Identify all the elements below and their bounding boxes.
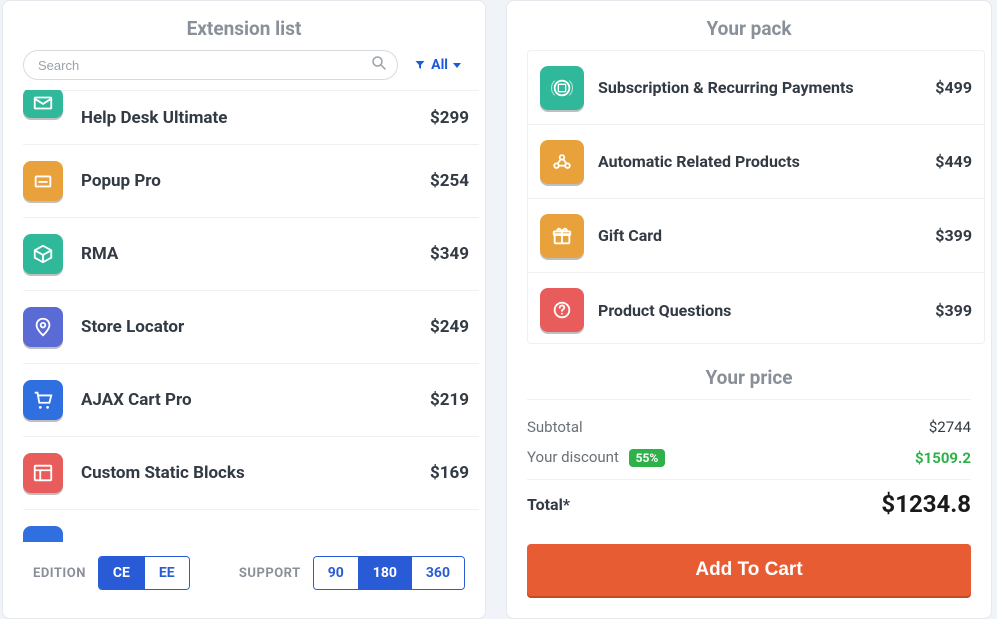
search-input[interactable] bbox=[23, 50, 398, 80]
support-label: SUPPORT bbox=[239, 566, 301, 581]
extension-item[interactable]: Popup Pro$254 bbox=[23, 145, 479, 218]
extension-price: $249 bbox=[430, 317, 469, 337]
pack-item-price: $449 bbox=[935, 152, 972, 171]
extension-price: $254 bbox=[430, 171, 469, 191]
pack-list-scroll[interactable]: Subscription & Recurring Payments$499Aut… bbox=[527, 50, 985, 344]
pack-item-price: $399 bbox=[935, 226, 972, 245]
cart-icon bbox=[23, 380, 63, 420]
extension-price: $299 bbox=[430, 108, 469, 128]
subtotal-value: $2744 bbox=[929, 418, 971, 436]
pack-item[interactable]: Automatic Related Products$449 bbox=[528, 125, 984, 199]
extension-price: $219 bbox=[430, 390, 469, 410]
funnel-icon bbox=[414, 59, 426, 71]
support-toggle: 90180360 bbox=[313, 556, 465, 590]
extension-list-scroll[interactable]: Help Desk Ultimate$299Popup Pro$254RMA$3… bbox=[23, 90, 479, 542]
blocks-icon bbox=[23, 453, 63, 493]
chevron-down-icon bbox=[453, 63, 461, 68]
pack-item[interactable]: Gift Card$399 bbox=[528, 199, 984, 273]
extension-item[interactable]: Custom Static Blocks$169 bbox=[23, 437, 479, 510]
discount-badge: 55% bbox=[629, 449, 666, 467]
discount-row: Your discount 55% $1509.2 bbox=[527, 442, 971, 473]
extension-item[interactable]: RMA$349 bbox=[23, 218, 479, 291]
pack-item[interactable]: Subscription & Recurring Payments$499 bbox=[528, 51, 984, 125]
add-to-cart-button[interactable]: Add To Cart bbox=[527, 544, 971, 596]
gift-icon bbox=[540, 214, 584, 258]
filter-dropdown[interactable]: All bbox=[410, 57, 465, 73]
total-value: $1234.8 bbox=[881, 490, 971, 518]
pack-item-name: Subscription & Recurring Payments bbox=[598, 78, 935, 97]
pack-item-price: $399 bbox=[935, 301, 972, 320]
pack-item-name: Product Questions bbox=[598, 301, 935, 320]
discount-label: Your discount 55% bbox=[527, 448, 665, 467]
extension-name: Custom Static Blocks bbox=[81, 463, 430, 483]
extension-list-panel: Extension list All Help Desk Ultimate$29… bbox=[2, 0, 486, 619]
total-row: Total* $1234.8 bbox=[527, 479, 971, 524]
extension-list-title: Extension list bbox=[3, 1, 485, 50]
extension-name: RMA bbox=[81, 244, 430, 264]
pack-item-price: $499 bbox=[935, 78, 972, 97]
your-price-title: Your price bbox=[527, 350, 971, 400]
calendar-icon bbox=[540, 66, 584, 110]
partial-icon bbox=[23, 526, 63, 542]
total-label: Total* bbox=[527, 495, 570, 514]
search-row: All bbox=[3, 50, 485, 90]
subtotal-row: Subtotal $2744 bbox=[527, 412, 971, 442]
support-option-360[interactable]: 360 bbox=[412, 557, 464, 589]
subtotal-label: Subtotal bbox=[527, 418, 583, 436]
pack-item-name: Automatic Related Products bbox=[598, 152, 935, 171]
extension-item-partial[interactable] bbox=[23, 510, 479, 542]
search-icon bbox=[370, 54, 388, 76]
search-box bbox=[23, 50, 398, 80]
support-option-90[interactable]: 90 bbox=[314, 557, 359, 589]
extension-item[interactable]: Store Locator$249 bbox=[23, 291, 479, 364]
extension-item[interactable]: Help Desk Ultimate$299 bbox=[23, 90, 479, 145]
extension-name: AJAX Cart Pro bbox=[81, 390, 430, 410]
filter-label: All bbox=[431, 57, 448, 73]
extension-item[interactable]: AJAX Cart Pro$219 bbox=[23, 364, 479, 437]
pack-item[interactable]: Product Questions$399 bbox=[528, 273, 984, 344]
price-section: Your price Subtotal $2744 Your discount … bbox=[507, 344, 991, 538]
support-option-180[interactable]: 180 bbox=[359, 557, 412, 589]
mail-icon bbox=[23, 90, 63, 118]
pack-list: Subscription & Recurring Payments$499Aut… bbox=[527, 50, 985, 344]
edition-toggle: CEEE bbox=[98, 556, 190, 590]
extension-name: Popup Pro bbox=[81, 171, 430, 191]
extension-name: Store Locator bbox=[81, 317, 430, 337]
pin-icon bbox=[23, 307, 63, 347]
popup-icon bbox=[23, 161, 63, 201]
pack-item-name: Gift Card bbox=[598, 226, 935, 245]
question-icon bbox=[540, 288, 584, 332]
edition-option-ce[interactable]: CE bbox=[99, 557, 145, 589]
related-icon bbox=[540, 140, 584, 184]
bottom-controls: EDITION CEEE SUPPORT 90180360 bbox=[3, 542, 485, 604]
extension-list: Help Desk Ultimate$299Popup Pro$254RMA$3… bbox=[23, 90, 479, 542]
extension-price: $349 bbox=[430, 244, 469, 264]
discount-value: $1509.2 bbox=[915, 449, 971, 467]
edition-option-ee[interactable]: EE bbox=[145, 557, 189, 589]
your-pack-title: Your pack bbox=[507, 1, 991, 50]
box-icon bbox=[23, 234, 63, 274]
extension-name: Help Desk Ultimate bbox=[81, 108, 430, 128]
your-pack-panel: Your pack Subscription & Recurring Payme… bbox=[506, 0, 992, 619]
extension-price: $169 bbox=[430, 463, 469, 483]
edition-label: EDITION bbox=[33, 566, 86, 581]
